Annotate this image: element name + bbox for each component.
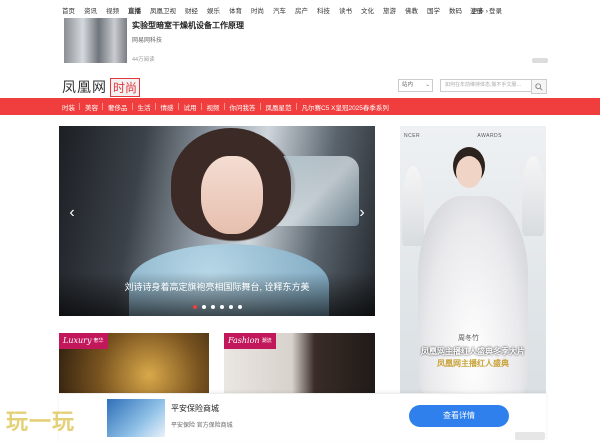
channel-nav-item[interactable]: 视频 xyxy=(207,102,225,112)
channel-nav-item[interactable]: 凤凰星范 xyxy=(266,102,297,112)
channel-nav-item[interactable]: 试用 xyxy=(184,102,202,112)
chevron-down-icon: ⌄ xyxy=(425,82,430,88)
channel-nav-item[interactable]: 奢侈品 xyxy=(108,102,132,112)
luxury-tag-cn: 奢华 xyxy=(93,338,104,344)
slider-dot[interactable] xyxy=(210,305,215,309)
channel-nav-item[interactable]: 情感 xyxy=(161,102,179,112)
bottom-ad[interactable]: 平安保险商城 平安保险 官方保险商城 查看详情 xyxy=(59,393,546,441)
top-ad-close-bar[interactable] xyxy=(532,58,548,63)
fashion-tag-cn: 潮流 xyxy=(261,338,272,344)
top-nav-item[interactable]: 首页 xyxy=(62,5,75,15)
next-arrow-icon[interactable]: › xyxy=(353,198,371,228)
top-nav-item[interactable]: 直播 xyxy=(128,5,141,15)
bottom-ad-thumbnail[interactable] xyxy=(107,399,165,437)
top-nav-item[interactable]: 房产 xyxy=(295,5,308,15)
channel-nav-items: 时装 美容 奢侈品 生活 情感 试用 视频 你问我答 凤凰星范 凡尔赛C5 X皇冠2025春季系列 xyxy=(62,102,389,112)
header: 凤凰网 时尚 站内 ⌄ 如何在年前维持体态,做不手文服… xyxy=(0,74,600,97)
login-link[interactable]: 登录 xyxy=(489,5,502,15)
channel-logo[interactable]: 时尚 xyxy=(110,78,141,97)
top-nav-auth: 注册 登录 xyxy=(470,5,502,15)
channel-nav-item[interactable]: 你问我答 xyxy=(230,102,261,112)
tree-decoration xyxy=(522,156,544,236)
top-nav-item[interactable]: 读书 xyxy=(339,5,352,15)
prev-arrow-icon[interactable]: ‹ xyxy=(63,198,81,228)
top-nav-item[interactable]: 文化 xyxy=(361,5,374,15)
hero-slider[interactable]: 刘诗诗身着高定旗袍亮相国际舞台, 诠释东方美 ‹ › xyxy=(59,126,375,316)
slider-dot[interactable] xyxy=(237,305,242,309)
top-ad-thumbnail[interactable] xyxy=(64,18,127,63)
site-logo[interactable]: 凤凰网 xyxy=(62,77,107,97)
feature-headline-secondary: 凤凰网主播红人盛典 xyxy=(437,359,509,368)
top-nav-items: 首页 资讯 视频 直播 凤凰卫视 财经 娱乐 体育 时尚 汽车 房产 科技 读书 文化 旅游 佛教 国学 数码 更多… xyxy=(62,5,488,15)
top-nav-item[interactable]: 体育 xyxy=(229,5,242,15)
hero-image-face xyxy=(201,156,263,234)
site-watermark: 玩一玩 xyxy=(6,409,76,435)
top-ad-count: 44万阅读 xyxy=(132,57,155,63)
channel-nav-item[interactable]: 美容 xyxy=(85,102,103,112)
watermark-badge xyxy=(515,432,545,440)
slider-dot[interactable] xyxy=(219,305,224,309)
top-nav-item[interactable]: 凤凰卫视 xyxy=(150,5,176,15)
luxury-card[interactable]: Luxury 奢华 xyxy=(59,333,209,393)
tree-decoration xyxy=(402,166,424,246)
view-details-button[interactable]: 查看详情 xyxy=(409,405,509,427)
register-link[interactable]: 注册 xyxy=(470,5,483,15)
top-nav-item[interactable]: 娱乐 xyxy=(207,5,220,15)
feature-card[interactable]: NCER AWARDS 周冬竹 凤凰网主播红人盛典冬季大片 凤凰网主播红人盛典 xyxy=(400,126,546,396)
luxury-tag: Luxury 奢华 xyxy=(59,333,108,349)
top-nav: 首页 资讯 视频 直播 凤凰卫视 财经 娱乐 体育 时尚 汽车 房产 科技 读书 文化 旅游 佛教 国学 数码 更多… xyxy=(0,0,600,18)
top-nav-item[interactable]: 旅游 xyxy=(383,5,396,15)
top-nav-item[interactable]: 时尚 xyxy=(251,5,264,15)
search-scope-select[interactable]: 站内 ⌄ xyxy=(398,79,433,92)
feature-header-left: NCER xyxy=(404,133,421,139)
fashion-tag-text: Fashion xyxy=(228,336,260,345)
hero-caption-overlay xyxy=(59,272,375,316)
top-ad-source: 网易网科技 xyxy=(132,38,163,44)
search-icon xyxy=(535,82,543,91)
top-nav-item[interactable]: 财经 xyxy=(185,5,198,15)
hero-caption[interactable]: 刘诗诗身着高定旗袍亮相国际舞台, 诠释东方美 xyxy=(59,280,375,293)
channel-nav-item[interactable]: 凡尔赛C5 X皇冠2025春季系列 xyxy=(302,102,389,112)
feature-watermark: 周冬竹 xyxy=(458,335,479,342)
top-nav-item[interactable]: 科技 xyxy=(317,5,330,15)
luxury-tag-text: Luxury xyxy=(63,336,92,345)
fashion-card[interactable]: Fashion 潮流 xyxy=(224,333,375,393)
top-nav-item[interactable]: 视频 xyxy=(106,5,119,15)
bottom-ad-subtitle: 平安保险 官方保险商城 xyxy=(171,423,233,429)
top-nav-item[interactable]: 资讯 xyxy=(84,5,97,15)
feature-header-right: AWARDS xyxy=(477,133,502,139)
slider-dot[interactable] xyxy=(228,305,233,309)
slider-dot[interactable] xyxy=(192,305,197,309)
top-nav-item[interactable]: 国学 xyxy=(427,5,440,15)
feature-image-head xyxy=(456,156,482,188)
bottom-ad-title[interactable]: 平安保险商城 xyxy=(171,403,219,414)
top-ad-title[interactable]: 实验型暗室干燥机设备工作原理 xyxy=(132,20,244,31)
search-input[interactable]: 如何在年前维持体态,做不手文服… xyxy=(440,79,536,92)
slider-dots xyxy=(59,305,375,309)
search-scope-value: 站内 xyxy=(402,82,414,88)
slider-dot[interactable] xyxy=(201,305,206,309)
channel-nav-item[interactable]: 生活 xyxy=(138,102,156,112)
fashion-tag: Fashion 潮流 xyxy=(224,333,276,349)
feature-headline[interactable]: 凤凰网主播红人盛典冬季大片 xyxy=(400,346,546,357)
channel-nav-item[interactable]: 时装 xyxy=(62,102,80,112)
search-button[interactable] xyxy=(531,79,547,94)
top-nav-item[interactable]: 数码 xyxy=(449,5,462,15)
channel-nav: 时装 美容 奢侈品 生活 情感 试用 视频 你问我答 凤凰星范 凡尔赛C5 X皇冠2025春季系列 xyxy=(0,98,600,115)
top-nav-item[interactable]: 佛教 xyxy=(405,5,418,15)
top-nav-item[interactable]: 汽车 xyxy=(273,5,286,15)
top-ad[interactable]: 实验型暗室干燥机设备工作原理 网易网科技 44万阅读 xyxy=(62,18,548,66)
